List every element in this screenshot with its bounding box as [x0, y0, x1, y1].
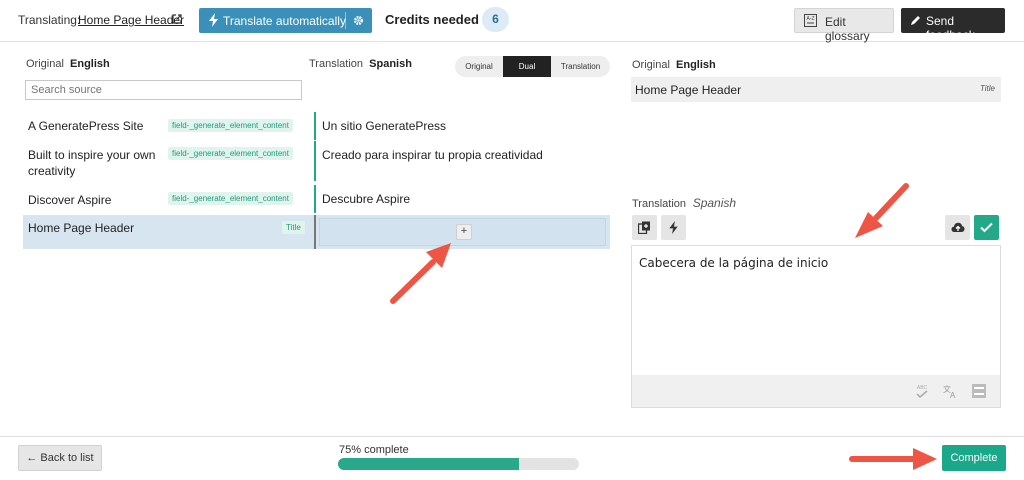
- credits-needed-label: Credits needed: [385, 12, 479, 27]
- original-text: Home Page Header: [635, 83, 742, 97]
- glossary-icon[interactable]: [971, 383, 987, 399]
- lightning-icon: [669, 221, 678, 234]
- row-source-text: Home Page Header: [28, 221, 135, 235]
- row-divider: [314, 112, 316, 140]
- page-link[interactable]: Home Page Header: [78, 13, 184, 27]
- row-translation-text: Creado para inspirar tu propia creativid…: [322, 148, 543, 162]
- edit-glossary-button[interactable]: A-Z Edit glossary: [794, 8, 894, 43]
- row-field-tag: field-_generate_element_content: [168, 192, 293, 205]
- editor-translation-language: Spanish: [692, 196, 737, 210]
- row-divider: [314, 141, 316, 181]
- svg-text:A-Z: A-Z: [806, 16, 814, 22]
- back-to-list-button[interactable]: ← Back to list: [18, 445, 102, 471]
- original-column-header: Original English: [26, 58, 110, 70]
- progress-bar: [338, 458, 579, 470]
- progress-label: 75% complete: [339, 444, 409, 456]
- original-text-box: Home Page Header Title: [631, 77, 1001, 102]
- translate-automatically-button[interactable]: Translate automatically: [199, 8, 372, 33]
- row-divider: [314, 215, 316, 249]
- editor-original-language: English: [676, 59, 716, 71]
- row-translation-text: Descubre Aspire: [322, 192, 411, 206]
- row-source-text: Discover Aspire: [28, 193, 112, 207]
- button-separator: [345, 12, 346, 29]
- external-link-icon[interactable]: [172, 14, 182, 24]
- list-item[interactable]: Built to inspire your own creativity fie…: [23, 141, 610, 181]
- arrow-to-editor: [855, 183, 909, 238]
- send-feedback-label: Send feedback: [926, 14, 975, 42]
- translation-label: Translation: [309, 58, 364, 70]
- pencil-icon: [911, 16, 920, 25]
- row-divider: [314, 185, 316, 213]
- top-bar: Translating: Home Page Header Translate …: [0, 0, 1024, 43]
- svg-text:ABC: ABC: [917, 385, 928, 391]
- row-field-tag: field-_generate_element_content: [168, 119, 293, 132]
- spellcheck-icon[interactable]: ABC: [914, 383, 930, 399]
- view-original-option[interactable]: Original: [455, 56, 503, 77]
- row-translation-text: Un sitio GeneratePress: [322, 119, 447, 133]
- list-item[interactable]: Discover Aspire field-_generate_element_…: [23, 185, 610, 213]
- copy-icon: [638, 221, 650, 234]
- copy-original-button[interactable]: [632, 215, 657, 240]
- complete-button[interactable]: Complete: [942, 445, 1006, 471]
- glossary-icon: A-Z: [804, 14, 817, 27]
- row-source-text: A GeneratePress Site: [28, 119, 144, 133]
- view-translation-option[interactable]: Translation: [551, 56, 610, 77]
- row-title-tag: Title: [282, 221, 305, 234]
- progress-fill: [338, 458, 519, 470]
- translation-language: Spanish: [369, 58, 412, 70]
- translation-editor: Cabecera de la página de inicio ABC 文 A: [631, 245, 1001, 408]
- editor-toolbar: ABC 文 A: [632, 375, 1000, 407]
- translation-column-header: Translation Spanish: [309, 58, 412, 70]
- svg-text:A: A: [950, 391, 956, 399]
- original-label: Original: [26, 58, 64, 70]
- editor-translation-label: Translation: [632, 198, 687, 210]
- cloud-upload-icon: [951, 222, 965, 232]
- lightning-icon: [209, 13, 218, 27]
- row-field-tag: field-_generate_element_content: [168, 147, 293, 160]
- list-item[interactable]: A GeneratePress Site field-_generate_ele…: [23, 112, 610, 140]
- row-source-text: Built to inspire your own creativity: [28, 148, 156, 178]
- credits-badge: 6: [482, 7, 509, 32]
- arrow-to-add-button: [390, 243, 451, 304]
- translate-automatically-label: Translate automatically: [223, 14, 346, 28]
- editor-original-header: Original English: [632, 59, 716, 71]
- auto-translate-segment-button[interactable]: [661, 215, 686, 240]
- editor-original-label: Original: [632, 59, 670, 71]
- edit-glossary-label: Edit glossary: [825, 15, 870, 43]
- list-item-active[interactable]: Home Page Header Title +: [23, 215, 610, 249]
- editor-translation-header: Translation Spanish: [632, 196, 736, 210]
- view-mode-toggle: Original Dual Translation: [455, 56, 610, 77]
- add-translation-button[interactable]: +: [456, 224, 472, 240]
- search-source-input[interactable]: [25, 80, 302, 100]
- bottom-bar: ← Back to list 75% complete Complete: [0, 436, 1024, 480]
- send-feedback-button[interactable]: Send feedback: [901, 8, 1005, 42]
- original-language: English: [70, 58, 110, 70]
- check-icon: [980, 222, 993, 233]
- translation-textarea[interactable]: Cabecera de la página de inicio: [632, 246, 1000, 374]
- upload-button[interactable]: [945, 215, 970, 240]
- translation-editor-app: Translating: Home Page Header Translate …: [0, 0, 1024, 480]
- original-type-label: Title: [979, 84, 995, 93]
- gear-icon[interactable]: [352, 14, 365, 27]
- translate-icon[interactable]: 文 A: [942, 383, 958, 399]
- save-translation-button[interactable]: [974, 215, 999, 240]
- view-dual-option[interactable]: Dual: [503, 56, 551, 77]
- translating-label: Translating:: [18, 13, 81, 27]
